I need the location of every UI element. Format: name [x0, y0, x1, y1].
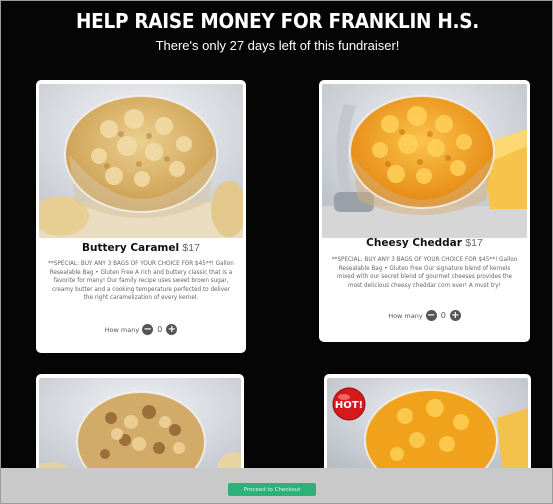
minus-circle-icon[interactable]: − [142, 324, 154, 335]
minus-circle-icon[interactable]: − [425, 310, 437, 321]
hot-badge-icon: HOT! [332, 387, 366, 421]
quantity-value[interactable]: 0 [156, 325, 163, 334]
quantity-value[interactable]: 0 [440, 311, 447, 320]
product-image-caramel-popcorn [39, 84, 243, 238]
plus-circle-icon[interactable]: + [166, 324, 178, 335]
page-title: HELP RAISE MONEY FOR FRANKLIN H.S. [75, 9, 480, 33]
quantity-stepper: How many − 0 + [319, 310, 530, 321]
page-frame: HELP RAISE MONEY FOR FRANKLIN H.S. There… [0, 0, 553, 504]
product-name: Cheesy Cheddar [366, 237, 462, 249]
product-description: **SPECIAL: BUY ANY 3 BAGS OF YOUR CHOICE… [48, 261, 234, 302]
quantity-label: How many [104, 325, 140, 334]
product-price: $17 [465, 237, 483, 249]
countdown-text: There's only 27 days left of this fundra… [155, 38, 400, 53]
plus-circle-icon[interactable]: + [449, 310, 461, 321]
header: HELP RAISE MONEY FOR FRANKLIN H.S. There… [1, 9, 552, 53]
product-title: Buttery Caramel $17 [36, 242, 246, 254]
product-title: Cheesy Cheddar $17 [319, 237, 530, 249]
proceed-to-checkout-button[interactable]: Proceed to Checkout [228, 483, 316, 496]
product-name: Buttery Caramel [82, 242, 180, 254]
product-image-cheddar-popcorn [322, 84, 527, 238]
quantity-stepper: How many − 0 + [36, 324, 246, 335]
hot-badge-text: HOT! [335, 400, 363, 411]
product-card-cheesy-cheddar: Cheesy Cheddar $17 **SPECIAL: BUY ANY 3 … [319, 80, 530, 342]
product-price: $17 [182, 242, 200, 254]
quantity-label: How many [388, 311, 423, 320]
product-description: **SPECIAL: BUY ANY 3 BAGS OF YOUR CHOICE… [331, 257, 518, 289]
product-card-buttery-caramel: Buttery Caramel $17 **SPECIAL: BUY ANY 3… [36, 80, 246, 353]
